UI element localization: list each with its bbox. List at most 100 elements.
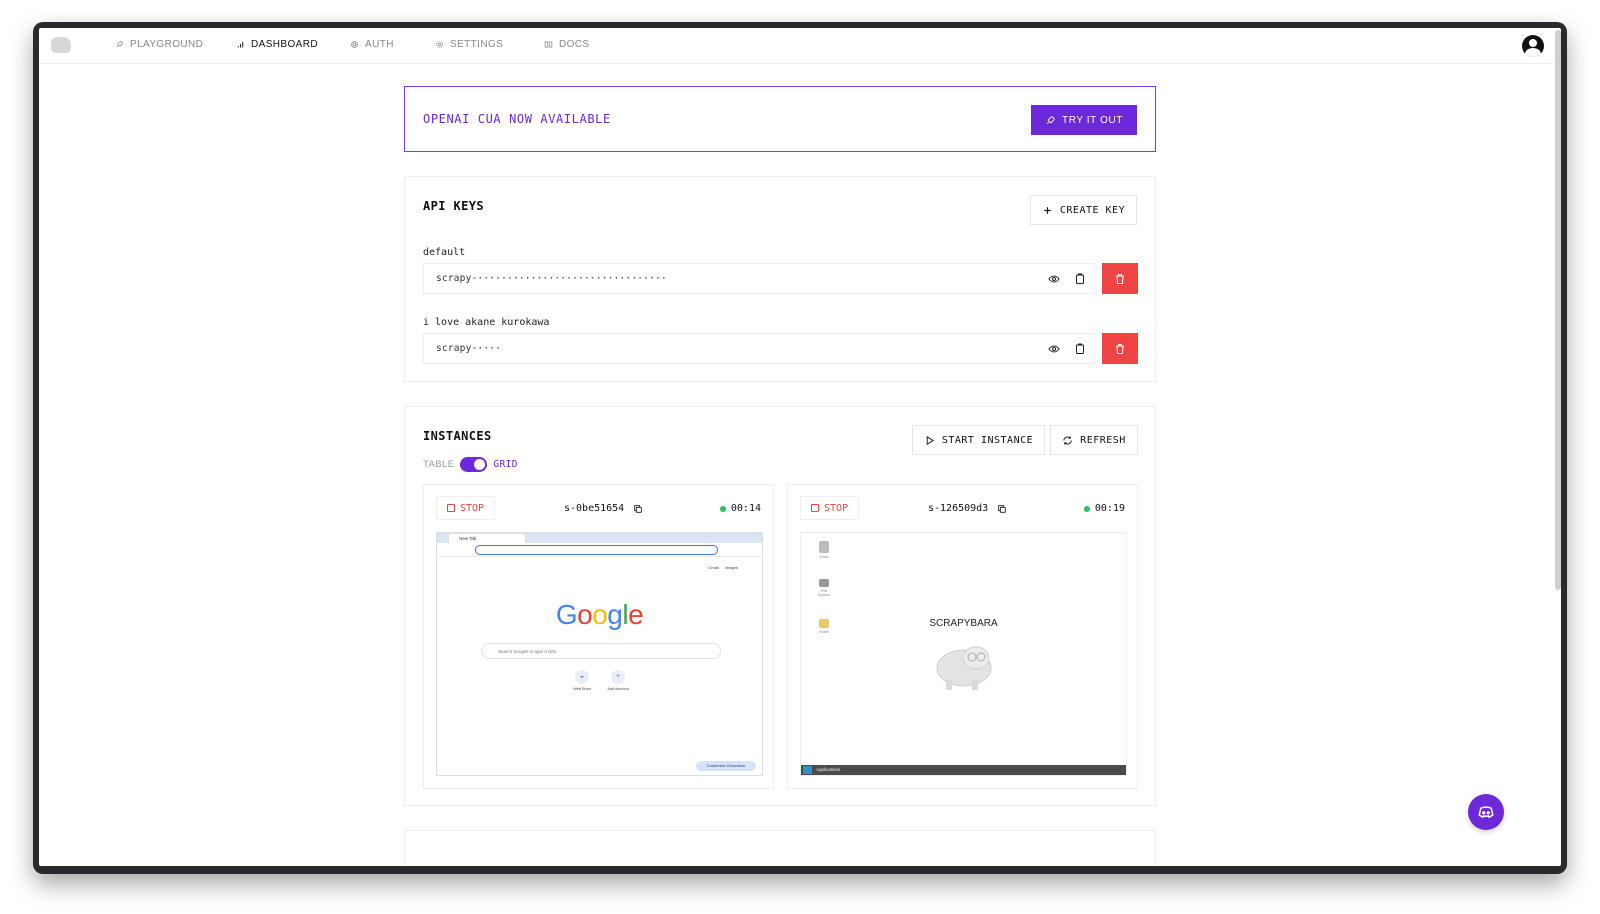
instance-preview-desktop[interactable]: Trash File System Home SCRAPYBARA Applic… bbox=[800, 532, 1127, 776]
delete-key-button[interactable] bbox=[1102, 263, 1138, 294]
key-name: default bbox=[423, 247, 466, 258]
app-screen: PLAYGROUND DASHBOARD AUTH SETTINGS DOCS … bbox=[39, 28, 1561, 866]
desktop-icon-label: File System bbox=[817, 589, 831, 597]
gmail-link: Gmail bbox=[708, 565, 719, 570]
button-label: START INSTANCE bbox=[941, 434, 1034, 446]
plus-icon: + bbox=[611, 670, 625, 684]
section-title: API KEYS bbox=[423, 199, 484, 213]
status-dot bbox=[1083, 505, 1090, 512]
user-avatar[interactable] bbox=[1522, 35, 1544, 57]
api-keys-card: API KEYS CREATE KEY default scrapy-·····… bbox=[404, 176, 1156, 382]
section-title: INSTANCES bbox=[423, 429, 492, 443]
button-label: REFRESH bbox=[1080, 434, 1126, 446]
instance-preview-browser[interactable]: New Tab Gmail Images Google Search Googl… bbox=[436, 532, 763, 776]
browser-omnibox bbox=[475, 545, 718, 555]
trash-icon bbox=[1116, 273, 1124, 284]
instance-card: STOP s-126509d3 00:19 Trash File System bbox=[787, 484, 1138, 789]
button-label: STOP bbox=[823, 502, 849, 514]
desktop-title: SCRAPYBARA bbox=[929, 618, 998, 629]
copy-icon[interactable] bbox=[633, 504, 643, 514]
desktop-taskbar: Applications bbox=[801, 765, 1126, 775]
status-dot bbox=[719, 505, 726, 512]
plus-icon bbox=[1044, 206, 1051, 214]
book-icon bbox=[544, 41, 553, 48]
logo-letter: g bbox=[607, 599, 623, 630]
refresh-button[interactable]: REFRESH bbox=[1050, 425, 1138, 455]
key-field[interactable]: scrapy-···· bbox=[423, 333, 1095, 364]
nav-item-playground[interactable]: PLAYGROUND bbox=[115, 39, 203, 50]
browser-toolbar bbox=[437, 543, 762, 557]
nav-item-docs[interactable]: DOCS bbox=[544, 39, 590, 50]
browser-tabbar: New Tab bbox=[437, 533, 762, 543]
drive-icon bbox=[819, 579, 829, 587]
uptime-text: 00:14 bbox=[730, 503, 761, 514]
customize-chromium-button: Customize Chromium bbox=[696, 761, 756, 771]
clipboard-icon[interactable] bbox=[1074, 273, 1086, 285]
next-section-card bbox=[404, 830, 1156, 866]
stop-icon bbox=[446, 504, 455, 512]
nav-item-dashboard[interactable]: DASHBOARD bbox=[236, 39, 318, 50]
capybara-icon bbox=[936, 646, 992, 690]
desktop-icon-trash: Trash bbox=[815, 541, 833, 559]
fingerprint-icon bbox=[351, 41, 358, 48]
bar-chart-icon bbox=[237, 41, 244, 48]
eye-icon[interactable] bbox=[1048, 343, 1060, 355]
refresh-icon bbox=[1063, 435, 1072, 445]
nav-label: DOCS bbox=[559, 39, 590, 50]
eye-icon[interactable] bbox=[1048, 273, 1060, 285]
rocket-icon bbox=[1046, 115, 1055, 124]
instance-card: STOP s-0be51654 00:14 New Tab Gmail Imag… bbox=[423, 484, 774, 789]
rocket-icon bbox=[116, 41, 123, 48]
nav-label: AUTH bbox=[365, 39, 394, 50]
nav-label: SETTINGS bbox=[450, 39, 504, 50]
scrollbar[interactable] bbox=[1555, 30, 1561, 590]
instances-card: INSTANCES START INSTANCE REFRESH TABLE G… bbox=[404, 406, 1156, 806]
applications-menu: Applications bbox=[816, 767, 841, 772]
copy-icon[interactable] bbox=[997, 504, 1007, 514]
xfce-logo-icon bbox=[803, 766, 812, 774]
key-value: scrapy-···· bbox=[436, 343, 502, 354]
delete-key-button[interactable] bbox=[1102, 333, 1138, 364]
logo-letter: o bbox=[577, 599, 593, 630]
play-icon bbox=[926, 435, 934, 445]
view-switch[interactable] bbox=[460, 457, 488, 472]
stop-button[interactable]: STOP bbox=[436, 496, 495, 520]
google-search-box: Search Google or type a URL bbox=[481, 643, 721, 659]
logo-letter: o bbox=[592, 599, 608, 630]
shortcut-web-store: ◒ Web Store bbox=[567, 670, 597, 691]
key-field[interactable]: scrapy-································ bbox=[423, 263, 1095, 294]
desktop-icon-label: Home bbox=[818, 630, 830, 634]
discord-button[interactable] bbox=[1468, 794, 1504, 830]
try-it-out-button[interactable]: TRY IT OUT bbox=[1031, 105, 1137, 135]
browser-top-links: Gmail Images bbox=[708, 565, 738, 570]
start-instance-button[interactable]: START INSTANCE bbox=[912, 425, 1045, 455]
capybara-logo-icon[interactable] bbox=[51, 37, 71, 53]
shortcut-label: Add shortcut bbox=[607, 687, 629, 691]
browser-tab: New Tab bbox=[449, 534, 525, 543]
instance-id-text: s-126509d3 bbox=[928, 503, 989, 514]
uptime-text: 00:19 bbox=[1094, 503, 1125, 514]
clipboard-icon[interactable] bbox=[1074, 343, 1086, 355]
create-key-button[interactable]: CREATE KEY bbox=[1030, 195, 1137, 225]
button-label: TRY IT OUT bbox=[1061, 114, 1123, 126]
instance-id-text: s-0be51654 bbox=[564, 503, 625, 514]
announcement-banner: OPENAI CUA NOW AVAILABLE TRY IT OUT bbox=[404, 86, 1156, 152]
banner-title: OPENAI CUA NOW AVAILABLE bbox=[423, 112, 611, 126]
stop-button[interactable]: STOP bbox=[800, 496, 859, 520]
instance-uptime: 00:14 bbox=[719, 503, 761, 514]
shortcut-add: + Add shortcut bbox=[603, 670, 633, 691]
stop-icon bbox=[810, 504, 819, 512]
nav-item-auth[interactable]: AUTH bbox=[350, 39, 394, 50]
table-view-label[interactable]: TABLE bbox=[423, 459, 454, 470]
discord-icon bbox=[1478, 806, 1494, 819]
logo-letter: e bbox=[628, 599, 644, 630]
shortcut-label: Web Store bbox=[573, 687, 591, 691]
nav-item-settings[interactable]: SETTINGS bbox=[435, 39, 503, 50]
desktop-icon-label: Trash bbox=[819, 555, 829, 559]
nav-label: PLAYGROUND bbox=[130, 39, 204, 50]
desktop-icon-filesystem: File System bbox=[815, 579, 833, 597]
nav-label: DASHBOARD bbox=[251, 39, 318, 50]
instance-id: s-126509d3 bbox=[928, 503, 1007, 514]
button-label: CREATE KEY bbox=[1059, 204, 1126, 216]
grid-view-label[interactable]: GRID bbox=[493, 459, 517, 470]
